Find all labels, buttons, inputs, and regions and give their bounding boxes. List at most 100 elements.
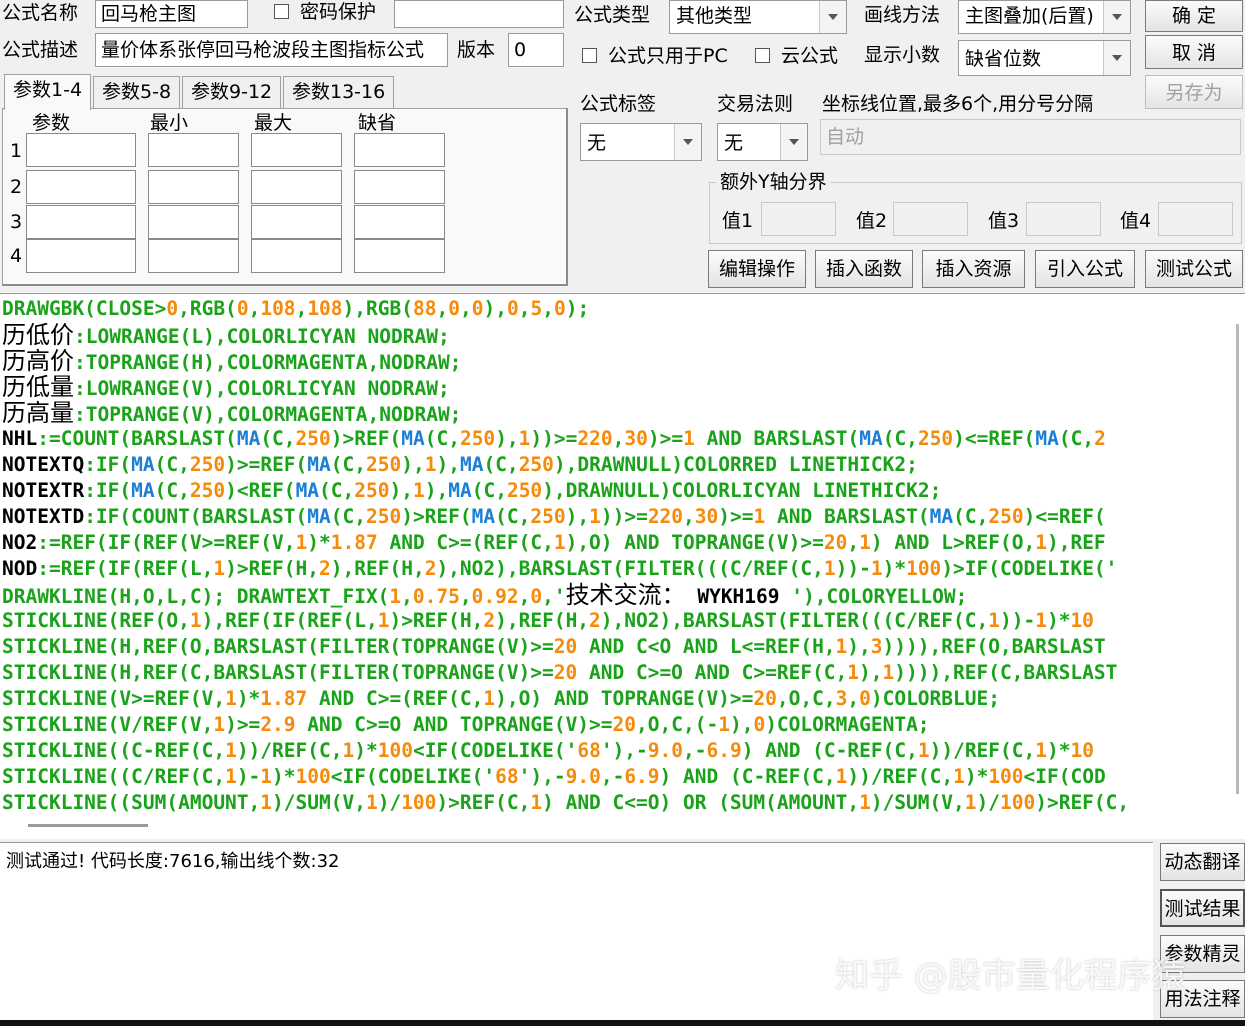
code-token: MA — [131, 453, 155, 476]
code-token: MA — [459, 453, 484, 476]
version-label: 版本 — [457, 39, 496, 61]
param-max-input[interactable] — [251, 133, 342, 167]
code-token: 0.75 — [412, 585, 460, 608]
param-min-input[interactable] — [148, 133, 239, 167]
formula-desc-input[interactable]: 量价体系张停回马枪波段主图指标公式 — [95, 33, 448, 67]
code-token: ),REF(H, — [495, 609, 590, 632]
insert-resource-button[interactable]: 插入资源 — [922, 250, 1025, 288]
param-name-input[interactable] — [26, 133, 136, 167]
horizontal-scrollbar[interactable] — [28, 824, 148, 827]
pc-only-checkbox[interactable] — [582, 48, 597, 63]
param-default-input[interactable] — [354, 239, 445, 273]
code-editor[interactable]: DRAWGBK(CLOSE>0,RGB(0,108,108),RGB(88,0,… — [0, 293, 1245, 839]
version-input[interactable]: 0 — [508, 33, 564, 67]
cancel-button[interactable]: 取 消 — [1145, 35, 1243, 69]
code-token: 历高价 — [2, 347, 74, 375]
code-token: 1 — [882, 661, 895, 684]
watermark-text: 知乎 @股市量化程序猿 — [835, 956, 1186, 996]
param-default-input[interactable] — [354, 205, 445, 239]
code-token: 0 — [553, 297, 566, 320]
code-token: STICKLINE((C/REF(C, — [2, 765, 226, 788]
draw-method-label: 画线方法 — [864, 4, 941, 26]
code-token: ))/REF(C, — [847, 765, 954, 788]
formula-name-input[interactable]: 回马枪主图 — [95, 0, 248, 28]
code-token: STICKLINE((SUM(AMOUNT, — [2, 791, 261, 814]
code-token: STICKLINE(H,REF(O,BARSLAST(FILTER(TOPRAN… — [2, 635, 554, 658]
decimal-select[interactable]: 缺省位数 — [958, 40, 1131, 76]
trade-rule-select[interactable]: 无 — [717, 123, 808, 161]
y-value-3-input[interactable] — [1026, 202, 1101, 236]
param-min-input[interactable] — [148, 239, 239, 273]
param-default-input[interactable] — [354, 170, 445, 204]
formula-type-select[interactable]: 其他类型 — [669, 0, 847, 34]
draw-method-select[interactable]: 主图叠加(后置) — [958, 0, 1131, 34]
code-token: 2 — [589, 609, 601, 632]
dropdown-arrow-icon[interactable] — [780, 124, 807, 160]
code-token: ,- — [683, 739, 707, 762]
vertical-scrollbar[interactable] — [1236, 324, 1239, 794]
code-token: MA — [236, 427, 261, 450]
code-token: 技术交流： — [565, 581, 686, 609]
code-token: ) AND (C-REF(C, — [741, 739, 918, 762]
code-token: ),NO2),BARSLAST(FILTER(((C/REF(C, — [600, 609, 989, 632]
tab-params-9-12[interactable]: 参数9-12 — [182, 76, 282, 108]
code-token: 1 — [753, 505, 766, 528]
code-token: AND C>=O AND C>=REF(C, — [577, 661, 848, 684]
password-checkbox[interactable] — [274, 4, 289, 19]
code-token: 30 — [694, 505, 719, 528]
import-formula-button[interactable]: 引入公式 — [1035, 250, 1135, 288]
coord-line-input[interactable]: 自动 — [820, 119, 1241, 155]
ok-button[interactable]: 确 定 — [1145, 0, 1243, 32]
code-token: 250 — [354, 479, 390, 502]
formula-type-value: 其他类型 — [676, 5, 753, 27]
y-value-2-input[interactable] — [893, 202, 968, 236]
y-value-1-input[interactable] — [761, 202, 836, 236]
param-min-input[interactable] — [148, 205, 239, 239]
dropdown-arrow-icon[interactable] — [819, 1, 846, 33]
code-token: <IF(CODELIKE(' — [412, 739, 578, 762]
code-token: 100 — [401, 791, 437, 814]
code-token: 2.9 — [260, 713, 296, 736]
param-header-default: 缺省 — [358, 112, 397, 134]
code-token: :=COUNT(BARSLAST( — [37, 427, 237, 450]
param-name-input[interactable] — [26, 170, 136, 204]
code-token: 250 — [295, 427, 331, 450]
param-max-input[interactable] — [251, 239, 342, 273]
code-line: 历低量:LOWRANGE(V),COLORLICYAN NODRAW; — [2, 374, 1129, 400]
code-token: 1 — [213, 557, 226, 580]
save-as-button[interactable]: 另存为 — [1145, 75, 1243, 109]
code-token: 1 — [859, 531, 871, 554]
tab-params-5-8[interactable]: 参数5-8 — [93, 76, 181, 108]
code-token: 1 — [1035, 609, 1047, 632]
code-token: ), — [424, 479, 449, 502]
param-max-input[interactable] — [251, 170, 342, 204]
code-token: , — [248, 297, 261, 320]
param-default-input[interactable] — [354, 133, 445, 167]
code-line: NHL:=COUNT(BARSLAST(MA(C,250)>REF(MA(C,2… — [2, 426, 1129, 452]
param-max-input[interactable] — [251, 205, 342, 239]
password-input[interactable] — [394, 0, 564, 28]
test-result-button[interactable]: 测试结果 — [1160, 889, 1245, 927]
cloud-checkbox[interactable] — [755, 48, 770, 63]
code-token: 250 — [917, 427, 954, 450]
edit-operations-button[interactable]: 编辑操作 — [708, 250, 806, 288]
y-value-4-input[interactable] — [1158, 202, 1233, 236]
code-token: )>REF(C, — [1035, 791, 1130, 814]
dropdown-arrow-icon[interactable] — [674, 124, 701, 160]
param-row-number: 3 — [10, 211, 23, 233]
code-token: STICKLINE(V>=REF(V, — [2, 687, 226, 710]
param-name-input[interactable] — [26, 205, 136, 239]
dropdown-arrow-icon[interactable] — [1103, 41, 1130, 75]
formula-tag-select[interactable]: 无 — [580, 123, 702, 161]
dropdown-arrow-icon[interactable] — [1103, 1, 1130, 33]
code-token: 0.92 — [471, 585, 519, 608]
code-token: 1 — [870, 557, 883, 580]
dynamic-translate-button[interactable]: 动态翻译 — [1160, 843, 1245, 881]
tab-params-1-4[interactable]: 参数1-4 — [4, 74, 92, 110]
tab-params-13-16[interactable]: 参数13-16 — [283, 76, 395, 108]
test-formula-button[interactable]: 测试公式 — [1145, 250, 1243, 288]
code-token: )>REF(H, — [389, 609, 484, 632]
param-name-input[interactable] — [26, 239, 136, 273]
param-min-input[interactable] — [148, 170, 239, 204]
insert-function-button[interactable]: 插入函数 — [815, 250, 913, 288]
